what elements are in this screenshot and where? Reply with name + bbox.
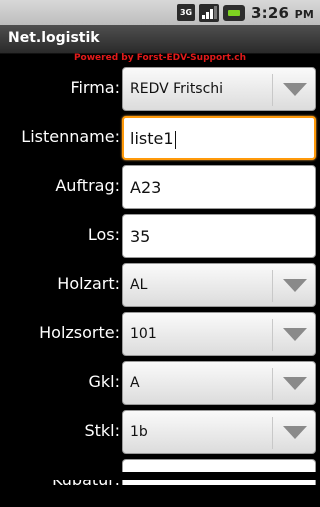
holzart-value: AL [130,277,148,293]
select-divider [272,368,273,400]
stkl-select[interactable]: 1b [122,410,316,454]
gkl-select[interactable]: A [122,361,316,405]
firma-select[interactable]: REDV Fritschi [122,67,316,111]
chevron-down-icon [283,279,307,292]
los-label: Los: [87,225,120,244]
title-bar: Net.logistik [0,25,320,54]
select-divider [272,417,273,449]
row-stkl: Stkl: 1b [0,409,320,458]
select-divider [272,74,273,106]
powered-by-text: Powered by Forst-EDV-Support.ch [73,53,247,63]
holzart-label: Holzart: [57,274,120,293]
3g-icon: 3G [177,4,196,21]
chevron-down-icon [283,377,307,390]
status-bar: 3G 3:26 PM [0,0,320,25]
firma-label: Firma: [70,78,120,97]
app-title: Net.logistik [8,30,100,46]
status-time-suffix: PM [294,7,314,21]
chevron-down-icon [283,426,307,439]
row-gkl: Gkl: A [0,360,320,409]
auftrag-input[interactable]: A23 [122,165,316,209]
row-firma: Firma: REDV Fritschi [0,66,320,115]
chevron-down-icon [283,328,307,341]
stkl-value: 1b [130,424,148,440]
select-divider [272,319,273,351]
row-holzsorte: Holzsorte: 101 [0,311,320,360]
row-holzart: Holzart: AL [0,262,320,311]
los-value: 35 [130,227,151,246]
text-cursor [174,130,176,149]
listenname-value: liste1 [130,129,176,149]
holzart-select[interactable]: AL [122,263,316,307]
listenname-label: Listenname: [21,127,120,146]
listenname-input[interactable]: liste1 [122,116,316,160]
auftrag-value: A23 [130,178,162,197]
chevron-down-icon [283,83,307,96]
gkl-label: Gkl: [88,372,121,391]
row-los: Los: 35 [0,213,320,262]
auftrag-label: Auftrag: [55,176,120,195]
form: Firma: REDV Fritschi Listenname: liste1 … [0,66,320,507]
network-type-label: 3G [179,7,193,17]
stkl-label: Stkl: [84,421,120,440]
select-divider [272,270,273,302]
holzsorte-value: 101 [130,326,157,342]
holzsorte-label: Holzsorte: [39,323,120,342]
gkl-value: A [130,375,140,391]
holzsorte-select[interactable]: 101 [122,312,316,356]
status-time: 3:26 PM [251,3,314,22]
row-kubatur: Kubatur: [0,458,320,507]
row-auftrag: Auftrag: A23 [0,164,320,213]
los-input[interactable]: 35 [122,214,316,258]
battery-icon [223,4,246,21]
row-listenname: Listenname: liste1 [0,115,320,164]
signal-icon [199,3,220,22]
firma-value: REDV Fritschi [130,81,224,97]
bottom-edge [0,472,320,480]
